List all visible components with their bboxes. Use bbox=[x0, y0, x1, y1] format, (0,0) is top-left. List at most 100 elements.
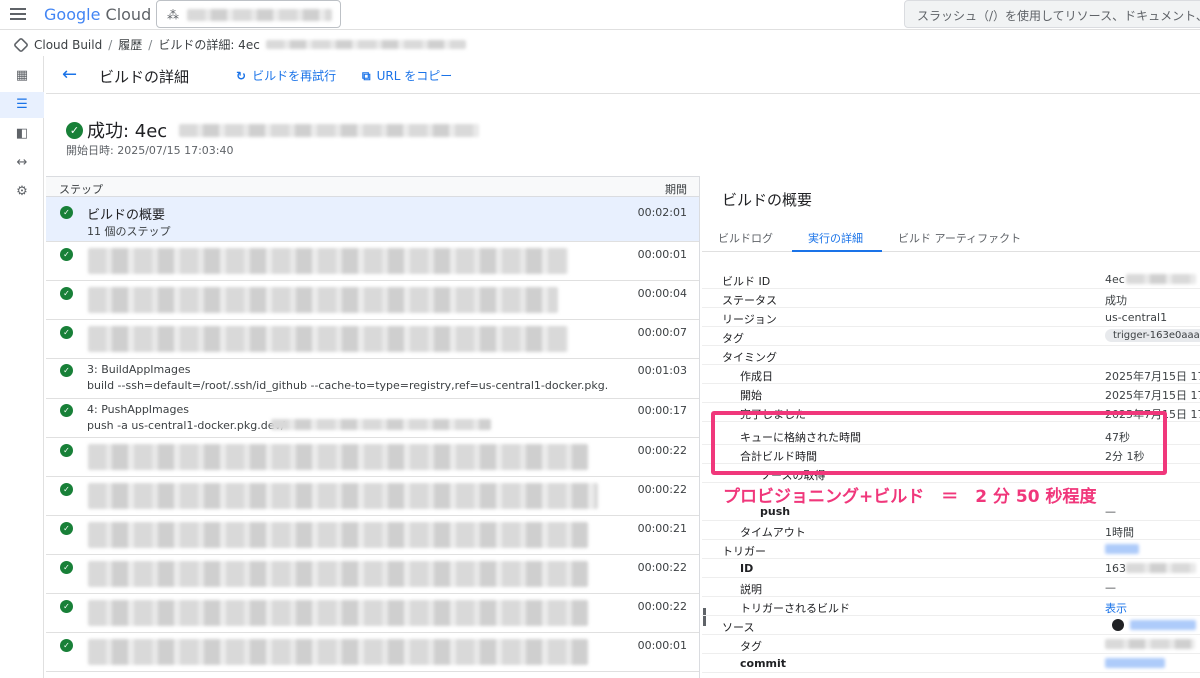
step-row[interactable]: ✓ 00:00:01 bbox=[46, 242, 699, 281]
detail-key: ID bbox=[740, 562, 754, 575]
step-redacted bbox=[88, 639, 588, 665]
tab-execution-details[interactable]: 実行の詳細 bbox=[808, 230, 863, 246]
step-duration: 00:00:17 bbox=[637, 404, 687, 417]
rebuild-button[interactable]: ↻ ビルドを再試行 bbox=[236, 67, 336, 84]
breadcrumb-cloud-build[interactable]: Cloud Build bbox=[34, 38, 102, 52]
detail-key: commit bbox=[740, 657, 787, 670]
step-row-build-app-images[interactable]: ✓ 3: BuildAppImages build --ssh=default=… bbox=[46, 359, 699, 399]
detail-row-trigger-id: ID 163 bbox=[702, 559, 1200, 578]
detail-key: ソース bbox=[722, 621, 755, 634]
source-link-redacted[interactable] bbox=[1130, 620, 1196, 630]
github-icon bbox=[1112, 619, 1124, 631]
step-sub: push -a us-central1-docker.pkg.dev/ bbox=[87, 419, 285, 432]
value-redacted bbox=[1126, 563, 1196, 573]
detail-row-region: リージョン us-central1 bbox=[702, 308, 1200, 327]
tab-build-log[interactable]: ビルドログ bbox=[718, 230, 773, 246]
success-check-icon: ✓ bbox=[60, 561, 73, 574]
detail-key: タグ bbox=[740, 640, 762, 653]
success-check-icon: ✓ bbox=[60, 326, 73, 339]
step-row[interactable]: ✓ 00:00:22 bbox=[46, 477, 699, 516]
step-row[interactable]: ✓ 00:00:22 bbox=[46, 555, 699, 594]
success-check-icon: ✓ bbox=[60, 404, 73, 417]
step-duration: 00:00:21 bbox=[637, 522, 687, 535]
success-check-icon: ✓ bbox=[60, 600, 73, 613]
page-header: ← ビルドの詳細 ↻ ビルドを再試行 ⧉ URL をコピー bbox=[46, 56, 1200, 94]
detail-row-started: 開始 2025年7月15日 17: bbox=[702, 384, 1200, 403]
step-row[interactable]: ✓ 00:00:01 bbox=[46, 633, 699, 672]
detail-row-build-id: ビルド ID 4ec bbox=[702, 270, 1200, 289]
build-start-time: 開始日時: 2025/07/15 17:03:40 bbox=[66, 144, 234, 157]
detail-row-timing: タイミング bbox=[702, 346, 1200, 365]
detail-row-source-tag: タグ bbox=[702, 635, 1200, 654]
step-row[interactable]: ✓ 00:00:22 bbox=[46, 594, 699, 633]
copy-url-label: URL をコピー bbox=[376, 69, 453, 83]
menu-icon[interactable] bbox=[10, 8, 26, 22]
detail-value: — bbox=[1105, 581, 1116, 594]
page-title: ビルドの詳細 bbox=[99, 68, 190, 86]
detail-value: 成功 bbox=[1105, 294, 1127, 307]
column-duration: 期間 bbox=[665, 183, 687, 196]
detail-row-created: 作成日 2025年7月15日 17: bbox=[702, 365, 1200, 384]
detail-key: タイミング bbox=[722, 351, 777, 364]
step-row-summary[interactable]: ✓ ビルドの概要 11 個のステップ 00:02:01 bbox=[46, 197, 699, 242]
build-status-title: ✓ 成功: 4ec bbox=[66, 117, 480, 143]
step-redacted bbox=[88, 522, 588, 548]
detail-row-timeout: タイムアウト 1時間 bbox=[702, 521, 1200, 540]
step-sub: 11 個のステップ bbox=[87, 225, 171, 238]
step-redacted bbox=[88, 248, 568, 274]
detail-value: us-central1 bbox=[1105, 311, 1168, 324]
detail-row-source: ソース bbox=[702, 616, 1200, 635]
breadcrumb-build-detail: ビルドの詳細: 4ec bbox=[158, 38, 260, 52]
value-redacted bbox=[1126, 274, 1196, 284]
step-row[interactable]: ✓ 00:00:04 bbox=[46, 281, 699, 320]
value-redacted bbox=[1105, 639, 1195, 649]
back-arrow-icon[interactable]: ← bbox=[62, 64, 77, 85]
step-name: ビルドの概要 bbox=[87, 208, 166, 223]
detail-row-trigger: トリガー bbox=[702, 540, 1200, 559]
refresh-icon: ↻ bbox=[236, 69, 247, 83]
step-row[interactable]: ✓ 00:00:21 bbox=[46, 516, 699, 555]
trigger-link-redacted[interactable] bbox=[1105, 544, 1139, 554]
step-name: 3: BuildAppImages bbox=[87, 363, 191, 376]
tag-chip[interactable]: trigger-163e0aaa-50 bbox=[1105, 329, 1200, 342]
step-row-push-app-images[interactable]: ✓ 4: PushAppImages push -a us-central1-d… bbox=[46, 399, 699, 438]
step-sub: build --ssh=default=/root/.ssh/id_github… bbox=[87, 379, 607, 392]
build-status-text: 成功: 4ec bbox=[87, 121, 168, 142]
project-picker[interactable]: ⁂ bbox=[156, 0, 341, 28]
view-link[interactable]: 表示 bbox=[1105, 600, 1127, 616]
detail-value: — bbox=[1105, 505, 1116, 518]
search-input[interactable]: スラッシュ（/）を使用してリソース、ドキュメント、プ bbox=[904, 0, 1200, 28]
copy-url-button[interactable]: ⧉ URL をコピー bbox=[362, 67, 452, 84]
build-id-redacted bbox=[179, 123, 480, 137]
project-name-redacted bbox=[187, 9, 332, 21]
breadcrumb-history[interactable]: 履歴 bbox=[118, 36, 142, 53]
commit-link-redacted[interactable] bbox=[1105, 658, 1165, 668]
history-list-icon[interactable]: ☰ bbox=[14, 97, 30, 113]
triggers-icon[interactable]: ◧ bbox=[14, 126, 30, 142]
project-icon: ⁂ bbox=[167, 8, 179, 22]
detail-row-status: ステータス 成功 bbox=[702, 289, 1200, 308]
step-redacted bbox=[88, 287, 558, 313]
left-nav: ▦ ☰ ◧ ↔ ⚙ bbox=[0, 56, 44, 678]
active-tab-indicator bbox=[792, 250, 882, 252]
repositories-icon[interactable]: ↔ bbox=[14, 155, 30, 171]
column-step: ステップ bbox=[59, 183, 103, 196]
detail-row-description: 説明 — bbox=[702, 578, 1200, 597]
success-check-icon: ✓ bbox=[60, 639, 73, 652]
detail-key: 開始 bbox=[740, 389, 762, 402]
dashboard-icon[interactable]: ▦ bbox=[14, 68, 30, 84]
detail-key: タグ bbox=[722, 332, 744, 345]
step-row[interactable]: ✓ 00:00:07 bbox=[46, 320, 699, 359]
annotation-text: プロビジョニング+ビルド ＝ 2 分 50 秒程度 bbox=[723, 487, 1097, 507]
settings-gear-icon[interactable]: ⚙ bbox=[14, 184, 30, 200]
step-redacted bbox=[88, 444, 588, 470]
build-id-redacted bbox=[265, 40, 466, 49]
detail-key: 作成日 bbox=[740, 370, 773, 383]
success-check-icon: ✓ bbox=[60, 364, 73, 377]
step-row[interactable]: ✓ 00:00:22 bbox=[46, 438, 699, 477]
detail-key: ステータス bbox=[722, 294, 777, 307]
tab-build-artifacts[interactable]: ビルド アーティファクト bbox=[898, 230, 1021, 246]
success-check-icon: ✓ bbox=[60, 206, 73, 219]
detail-row-tag: タグ trigger-163e0aaa-50 bbox=[702, 327, 1200, 346]
google-cloud-logo[interactable]: Google Cloud bbox=[44, 5, 151, 24]
